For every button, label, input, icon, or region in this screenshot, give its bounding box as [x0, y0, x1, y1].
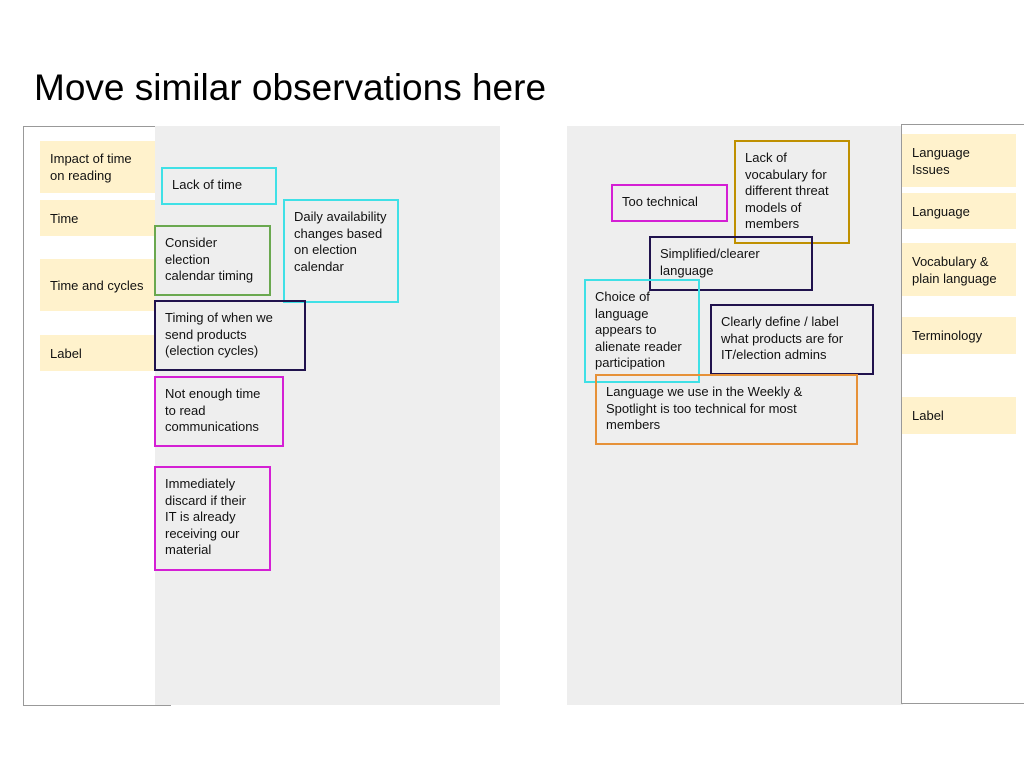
sticky-note[interactable]: Immediately discard if their IT is alrea…: [154, 466, 271, 571]
cluster-label[interactable]: Time: [40, 200, 155, 236]
sticky-note[interactable]: Clearly define / label what products are…: [710, 304, 874, 375]
cluster-label[interactable]: Impact of time on reading: [40, 141, 155, 193]
cluster-label[interactable]: Label: [902, 397, 1016, 434]
sticky-note[interactable]: Too technical: [611, 184, 728, 222]
cluster-label[interactable]: Language: [902, 193, 1016, 229]
cluster-label[interactable]: Time and cycles: [40, 259, 155, 311]
sticky-note[interactable]: Daily availability changes based on elec…: [283, 199, 399, 303]
sticky-note[interactable]: Lack of vocabulary for different threat …: [734, 140, 850, 244]
sticky-note[interactable]: Timing of when we send products (electio…: [154, 300, 306, 371]
sticky-note[interactable]: Lack of time: [161, 167, 277, 205]
sticky-note[interactable]: Consider election calendar timing: [154, 225, 271, 296]
sticky-note[interactable]: Language we use in the Weekly & Spotligh…: [595, 374, 858, 445]
cluster-label[interactable]: Vocabulary & plain language: [902, 243, 1016, 296]
sticky-note[interactable]: Not enough time to read communications: [154, 376, 284, 447]
cluster-label[interactable]: Terminology: [902, 317, 1016, 354]
cluster-label[interactable]: Language Issues: [902, 134, 1016, 187]
sticky-note[interactable]: Choice of language appears to alienate r…: [584, 279, 700, 383]
cluster-label[interactable]: Label: [40, 335, 155, 371]
board-title: Move similar observations here: [34, 67, 547, 108]
